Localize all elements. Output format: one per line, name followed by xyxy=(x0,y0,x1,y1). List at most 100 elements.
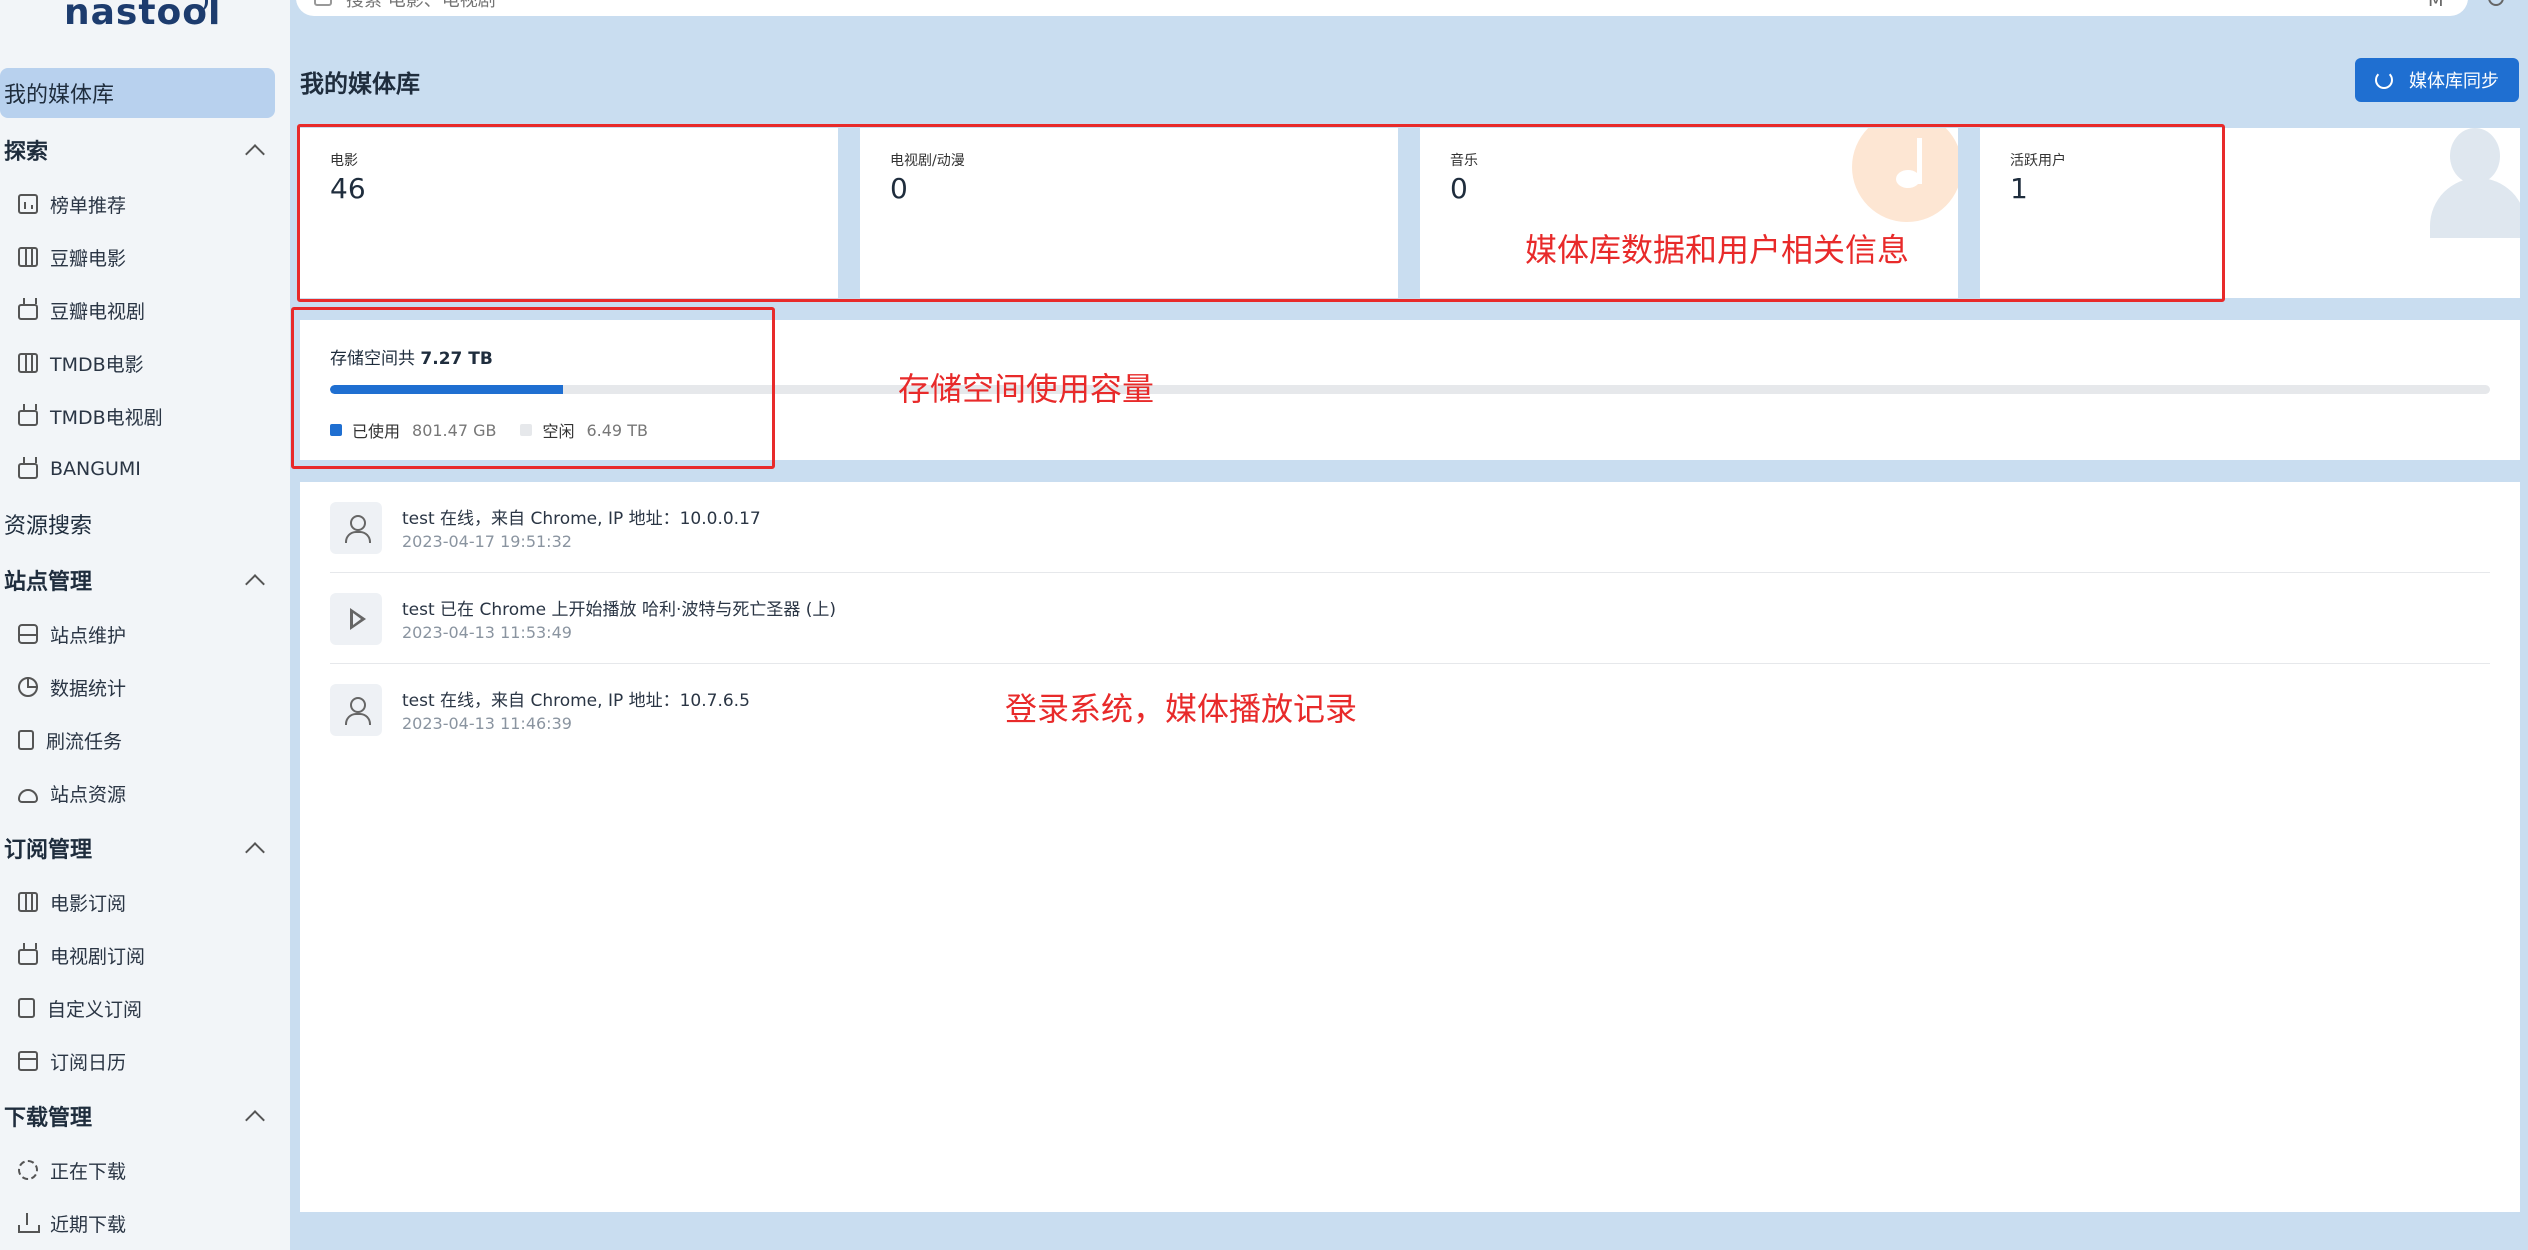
sidebar-item-tv-sub[interactable]: 电视剧订阅 xyxy=(18,935,145,975)
chevron-up-icon xyxy=(245,144,265,164)
sidebar-section-site-mgmt[interactable]: 站点管理 xyxy=(4,560,272,600)
chevron-up-icon xyxy=(245,1110,265,1130)
sidebar-item-label: TMDB电视剧 xyxy=(50,406,163,429)
user-icon xyxy=(330,502,382,554)
sidebar-item-statistics[interactable]: 数据统计 xyxy=(18,667,126,707)
activity-row[interactable]: test 在线，来自 Chrome, IP 地址：10.0.0.17 2023-… xyxy=(330,482,2490,573)
refresh-icon xyxy=(2375,71,2393,89)
used-label: 已使用 xyxy=(352,422,401,441)
user-icon xyxy=(330,684,382,736)
sidebar-section-download-mgmt[interactable]: 下载管理 xyxy=(4,1096,272,1136)
search-bar[interactable] xyxy=(296,0,2468,16)
sidebar-item-brush-tasks[interactable]: 刷流任务 xyxy=(18,720,122,760)
play-icon xyxy=(330,593,382,645)
sidebar-item-label: 电视剧订阅 xyxy=(50,945,146,968)
stat-label: 活跃用户 xyxy=(2010,153,2066,169)
sidebar-item-label: 自定义订阅 xyxy=(47,998,143,1021)
tv-icon xyxy=(18,463,38,479)
used-swatch xyxy=(330,424,342,436)
sidebar-item-site-maintenance[interactable]: 站点维护 xyxy=(18,614,126,654)
storage-used-fill xyxy=(330,385,564,394)
sidebar-section-title: 站点管理 xyxy=(4,570,93,595)
sidebar-item-label: TMDB电影 xyxy=(50,353,144,376)
calendar-icon xyxy=(18,1051,38,1071)
chart-icon xyxy=(18,194,38,214)
sidebar-item-label: 站点资源 xyxy=(50,783,127,806)
annotation-activity: 登录系统，媒体播放记录 xyxy=(1005,690,1358,728)
user-menu-icon[interactable] xyxy=(2488,0,2504,6)
sidebar-item-label: 订阅日历 xyxy=(50,1051,127,1074)
activity-row[interactable]: test 已在 Chrome 上开始播放 哈利·波特与死亡圣器 (上) 2023… xyxy=(330,573,2490,664)
pie-chart-icon xyxy=(18,677,38,697)
film-icon xyxy=(18,892,38,912)
sidebar-section-title: 订阅管理 xyxy=(4,838,93,863)
sidebar-item-label: 近期下载 xyxy=(50,1213,127,1236)
sidebar-item-downloading[interactable]: 正在下载 xyxy=(18,1150,126,1190)
stat-label: 电视剧/动漫 xyxy=(890,153,965,169)
stat-value: 1 xyxy=(2010,172,2028,205)
music-note-icon xyxy=(1852,128,1958,222)
sidebar-item-label: 电影订阅 xyxy=(50,892,127,915)
sidebar-item-sub-calendar[interactable]: 订阅日历 xyxy=(18,1041,126,1081)
activity-text: test 已在 Chrome 上开始播放 哈利·波特与死亡圣器 (上) xyxy=(402,600,837,620)
search-icon xyxy=(314,0,332,6)
activity-row[interactable]: test 在线，来自 Chrome, IP 地址：10.7.6.5 2023-0… xyxy=(330,664,2490,755)
task-icon xyxy=(18,730,34,750)
tv-icon xyxy=(18,304,38,320)
storage-progress-bar xyxy=(330,385,2490,394)
storage-legend: 已使用 801.47 GB 空闲 6.49 TB xyxy=(330,418,672,442)
storage-title-prefix: 存储空间共 xyxy=(330,349,415,369)
annotation-storage: 存储空间使用容量 xyxy=(898,370,1155,408)
sidebar-item-ranking[interactable]: 榜单推荐 xyxy=(18,184,126,224)
storage-total: 7.27 TB xyxy=(420,349,493,369)
library-sync-button[interactable]: 媒体库同步 xyxy=(2355,58,2519,102)
stat-label: 音乐 xyxy=(1450,153,1478,169)
sidebar-item-custom-sub[interactable]: 自定义订阅 xyxy=(18,988,142,1028)
stat-card-movies: 电影 46 xyxy=(300,128,838,298)
film-icon xyxy=(18,247,38,267)
spinner-icon xyxy=(18,1160,38,1180)
sidebar-section-explore[interactable]: 探索 xyxy=(4,130,272,170)
chevron-up-icon xyxy=(245,842,265,862)
sidebar-item-label: 榜单推荐 xyxy=(50,194,127,217)
server-icon xyxy=(18,624,38,644)
sidebar-item-bangumi[interactable]: BANGUMI xyxy=(18,449,141,489)
free-label: 空闲 xyxy=(542,422,575,441)
sidebar-item-label: BANGUMI xyxy=(50,458,141,480)
sidebar-item-label: 数据统计 xyxy=(50,677,127,700)
sidebar-item-label: 正在下载 xyxy=(50,1160,127,1183)
chevron-up-icon xyxy=(245,574,265,594)
sidebar-item-tmdb-tv[interactable]: TMDB电视剧 xyxy=(18,396,163,436)
sidebar-item-recent-downloads[interactable]: 近期下载 xyxy=(18,1203,126,1243)
sidebar-item-my-library[interactable]: 我的媒体库 xyxy=(0,68,275,118)
used-value: 801.47 GB xyxy=(412,420,497,440)
film-icon xyxy=(18,353,38,373)
rss-icon xyxy=(18,998,35,1018)
search-input[interactable] xyxy=(346,0,946,12)
top-menu-text[interactable]: M xyxy=(2428,0,2444,11)
storage-card: 存储空间共 7.27 TB 已使用 801.47 GB 空闲 6.49 TB xyxy=(300,320,2520,460)
cloud-icon xyxy=(18,789,38,803)
page-title: 我的媒体库 xyxy=(300,70,420,98)
library-sync-label: 媒体库同步 xyxy=(2409,71,2499,92)
sidebar-item-douban-tv[interactable]: 豆瓣电视剧 xyxy=(18,290,145,330)
tv-icon xyxy=(18,410,38,426)
sidebar-item-resource-search[interactable]: 资源搜索 xyxy=(4,504,92,544)
activity-time: 2023-04-13 11:53:49 xyxy=(402,623,572,642)
sidebar-item-tmdb-movie[interactable]: TMDB电影 xyxy=(18,343,144,383)
sidebar-item-label: 豆瓣电视剧 xyxy=(50,300,146,323)
sidebar-item-site-resources[interactable]: 站点资源 xyxy=(18,773,126,813)
sidebar-section-subscription-mgmt[interactable]: 订阅管理 xyxy=(4,828,272,868)
sidebar-item-douban-movie[interactable]: 豆瓣电影 xyxy=(18,237,126,277)
annotation-stats: 媒体库数据和用户相关信息 xyxy=(1525,231,1910,269)
stat-card-music: 音乐 0 xyxy=(1420,128,1958,298)
stat-value: 46 xyxy=(330,172,366,205)
activity-text: test 在线，来自 Chrome, IP 地址：10.7.6.5 xyxy=(402,691,750,711)
free-swatch xyxy=(520,424,533,436)
stat-label: 电影 xyxy=(330,153,358,169)
activity-card: test 在线，来自 Chrome, IP 地址：10.0.0.17 2023-… xyxy=(300,482,2520,1212)
tv-icon xyxy=(18,949,38,965)
sidebar-section-title: 下载管理 xyxy=(4,1106,93,1131)
activity-text: test 在线，来自 Chrome, IP 地址：10.0.0.17 xyxy=(402,509,761,529)
sidebar-item-movie-sub[interactable]: 电影订阅 xyxy=(18,882,126,922)
